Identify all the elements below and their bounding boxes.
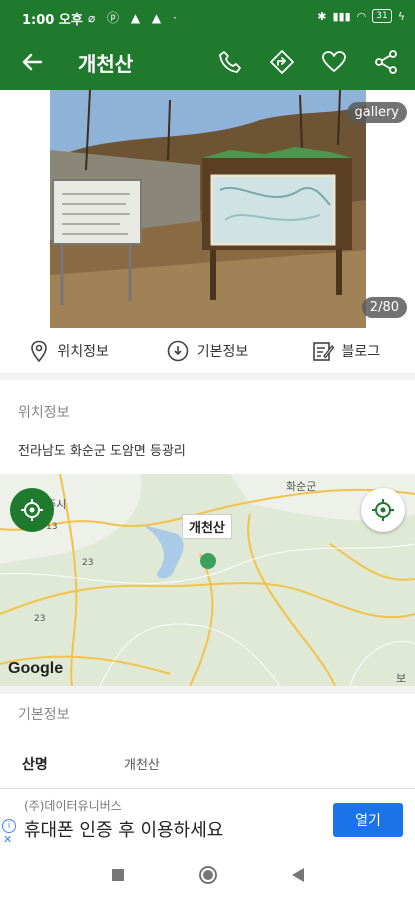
tab-bar: 위치정보 기본정보 블로그 <box>0 328 415 374</box>
ad-close-icon[interactable]: ✕ <box>3 833 12 846</box>
tab-blog[interactable]: 블로그 <box>277 328 415 373</box>
next-photo-icon[interactable]: › <box>388 194 398 224</box>
mountain-photo[interactable] <box>50 90 366 328</box>
tab-basic-info[interactable]: 기본정보 <box>138 328 276 373</box>
center-map-button[interactable] <box>361 488 405 532</box>
location-heading: 위치정보 <box>18 405 70 421</box>
map-place-label: 화순군 <box>286 480 317 493</box>
info-key: 산명 <box>22 757 48 773</box>
app-bar: 개천산 <box>0 34 415 90</box>
road-number-label: 23 <box>82 558 94 568</box>
google-logo: Google <box>8 660 64 677</box>
edit-icon <box>312 341 334 361</box>
heart-icon <box>322 51 346 72</box>
info-row: 산명 개천산 <box>0 744 415 784</box>
section-divider <box>0 686 415 694</box>
photo-counter: 2/80 <box>361 297 407 318</box>
wifi-icon: ◠ <box>356 9 367 23</box>
bluetooth-icon: ✱ <box>317 9 327 23</box>
info-value: 개천산 <box>124 758 160 773</box>
crosshair-icon <box>21 499 43 521</box>
back-arrow-icon <box>22 53 43 71</box>
road-number-label: 23 <box>34 614 46 624</box>
ad-info-icon[interactable]: i <box>2 819 16 833</box>
recents-button[interactable] <box>108 865 128 885</box>
ad-open-button[interactable]: 열기 <box>333 803 403 837</box>
ad-banner[interactable]: i ✕ (주)데이터유니버스 휴대폰 인증 후 이용하세요 열기 <box>0 788 415 850</box>
ad-sponsor: (주)데이터유니버스 <box>24 799 122 813</box>
my-location-button[interactable] <box>10 488 54 532</box>
share-icon <box>375 50 397 74</box>
ad-headline: 휴대폰 인증 후 이용하세요 <box>24 820 224 841</box>
battery-icon: 31 <box>372 9 392 23</box>
favorite-button[interactable] <box>318 46 350 78</box>
location-pin-icon <box>31 340 48 362</box>
basic-info-heading: 기본정보 <box>18 707 70 723</box>
home-button[interactable] <box>198 865 218 885</box>
tab-location[interactable]: 위치정보 <box>0 328 138 373</box>
photo-image <box>50 90 366 328</box>
call-button[interactable] <box>214 46 246 78</box>
status-bar: 1:00 오후 ⌀ ⓟ ▲ ▲ · ✱ ▮▮▮ ◠ 31 ϟ <box>0 0 415 34</box>
tab-basic-info-label: 기본정보 <box>196 343 249 360</box>
signal-icon: ▮▮▮ <box>332 9 351 23</box>
back-button[interactable] <box>18 48 46 76</box>
photo-gallery[interactable]: ‹ › gallery 2/80 <box>0 90 415 328</box>
status-time: 1:00 오후 <box>22 13 83 28</box>
crosshair-icon <box>372 499 394 521</box>
system-nav-bar <box>0 850 415 900</box>
directions-button[interactable] <box>266 46 298 78</box>
share-button[interactable] <box>370 46 402 78</box>
status-system-icons: ✱ ▮▮▮ ◠ 31 ϟ <box>317 9 405 23</box>
directions-icon <box>270 50 294 74</box>
address-text: 전라남도 화순군 도암면 등광리 <box>18 444 186 459</box>
triangle-back-icon <box>292 868 304 882</box>
page-title: 개천산 <box>78 52 134 76</box>
phone-icon <box>219 51 241 73</box>
section-divider <box>0 374 415 380</box>
map-pin-label: 개천산 <box>182 514 232 539</box>
previous-photo-icon[interactable]: ‹ <box>18 194 28 224</box>
tab-blog-label: 블로그 <box>341 343 381 360</box>
square-icon <box>112 869 124 881</box>
info-icon <box>167 340 189 361</box>
back-nav-button[interactable] <box>288 865 308 885</box>
status-notification-icons: ⌀ ⓟ ▲ ▲ · <box>88 11 181 25</box>
charging-icon: ϟ <box>397 9 405 23</box>
gallery-button[interactable]: gallery <box>346 102 407 123</box>
map-view[interactable]: 개천산 화순군 주시 보성 13 23 23 Google <box>0 474 415 686</box>
map-place-label: 보성 <box>396 672 407 685</box>
circle-icon <box>199 866 217 884</box>
tab-location-label: 위치정보 <box>57 343 109 360</box>
